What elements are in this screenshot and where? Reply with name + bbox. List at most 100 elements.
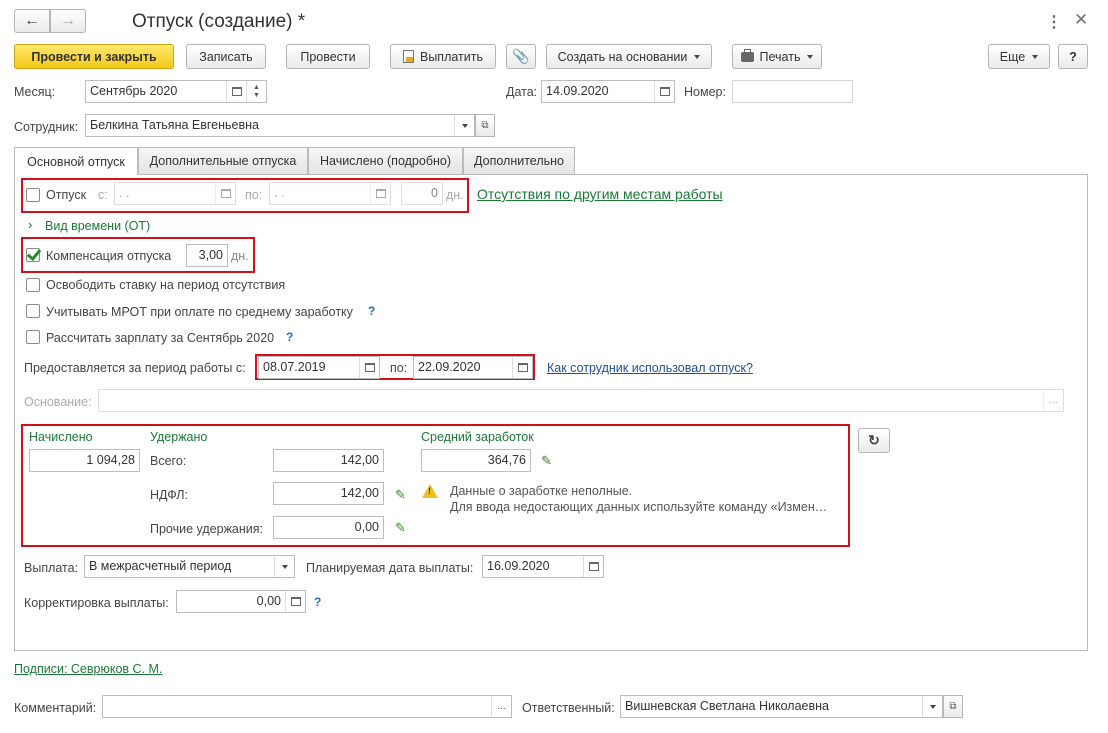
release-rate-checkbox[interactable] <box>26 278 40 292</box>
chevron-right-icon[interactable]: › <box>28 217 32 232</box>
attach-button[interactable]: 📎 <box>506 44 536 69</box>
compensation-checkbox[interactable] <box>26 248 40 262</box>
employee-field[interactable]: Белкина Татьяна Евгеньевна <box>85 114 475 137</box>
chevron-down-icon[interactable] <box>454 115 474 136</box>
signatures-link[interactable]: Подписи: Севрюков С. М. <box>14 662 162 676</box>
absences-link[interactable]: Отсутствия по другим местам работы <box>477 186 723 202</box>
period-from-field[interactable]: 08.07.2019 <box>258 356 380 379</box>
calendar-icon[interactable] <box>359 357 379 378</box>
payment-label: Выплата: <box>24 561 79 575</box>
number-field[interactable] <box>732 80 853 103</box>
correction-field[interactable]: 0,00 <box>176 590 306 613</box>
open-employee-button[interactable]: ⧉ <box>475 114 495 137</box>
calendar-icon[interactable] <box>512 357 532 378</box>
ndfl-field[interactable]: 142,00 <box>273 482 384 505</box>
compensation-unit: дн. <box>231 249 249 263</box>
avg-earnings-title: Средний заработок <box>421 430 534 444</box>
close-icon[interactable]: ✕ <box>1074 10 1088 30</box>
chevron-down-icon <box>694 54 701 59</box>
basis-field[interactable]: ... <box>98 389 1064 412</box>
ndfl-label: НДФЛ: <box>150 488 188 502</box>
more-button[interactable]: Еще <box>988 44 1050 69</box>
planned-date-field[interactable]: 16.09.2020 <box>482 555 604 578</box>
compensation-label: Компенсация отпуска <box>46 249 172 263</box>
total-field[interactable]: 142,00 <box>273 449 384 472</box>
print-button[interactable]: Печать <box>732 44 822 69</box>
chevron-down-icon <box>1032 54 1039 59</box>
refresh-button[interactable]: ↻ <box>858 428 890 453</box>
post-button[interactable]: Провести <box>286 44 370 69</box>
calendar-icon[interactable] <box>226 81 246 102</box>
open-responsible-button[interactable]: ⧉ <box>943 695 963 718</box>
time-type-link[interactable]: Вид времени (ОТ) <box>45 219 150 233</box>
open-icon: ⧉ <box>481 120 489 131</box>
accrued-field[interactable]: 1 094,28 <box>29 449 140 472</box>
withheld-title: Удержано <box>150 430 208 444</box>
tab-main-vacation[interactable]: Основной отпуск <box>14 147 138 175</box>
date-field[interactable]: 14.09.2020 <box>541 80 675 103</box>
help-icon[interactable]: ? <box>286 330 293 344</box>
vacation-label: Отпуск <box>46 188 87 202</box>
ellipsis-icon[interactable]: ... <box>491 696 511 717</box>
forward-button[interactable]: → <box>50 9 86 33</box>
compensation-days-field[interactable]: 3,00 <box>186 244 228 267</box>
avg-earnings-field[interactable]: 364,76 <box>421 449 531 472</box>
mrot-label: Учитывать МРОТ при оплате по среднему за… <box>46 305 353 319</box>
pay-button[interactable]: Выплатить <box>390 44 496 69</box>
save-button[interactable]: Записать <box>186 44 266 69</box>
help-button[interactable]: ? <box>1058 44 1088 69</box>
period-label: Предоставляется за период работы с: <box>24 361 246 375</box>
to-label: по: <box>245 188 263 202</box>
vacation-checkbox[interactable] <box>26 188 40 202</box>
payment-field[interactable]: В межрасчетный период <box>84 555 295 578</box>
responsible-label: Ответственный: <box>522 701 615 715</box>
chevron-down-icon[interactable] <box>274 556 294 577</box>
vacation-from-field[interactable]: . . <box>114 182 236 205</box>
pencil-icon[interactable]: ✎ <box>395 487 406 503</box>
create-based-button[interactable]: Создать на основании <box>546 44 712 69</box>
back-button[interactable]: ← <box>14 9 50 33</box>
date-label: Дата: <box>506 85 538 99</box>
tab-accrued-detailed[interactable]: Начислено (подробно) <box>308 147 463 174</box>
spin-icon[interactable]: ▲ ▼ <box>246 81 266 102</box>
refresh-icon: ↻ <box>868 432 880 448</box>
calendar-icon[interactable] <box>583 556 603 577</box>
mrot-checkbox[interactable] <box>26 304 40 318</box>
period-to-label: по: <box>390 361 408 375</box>
other-label: Прочие удержания: <box>150 522 264 536</box>
calendar-icon[interactable] <box>654 81 674 102</box>
post-and-close-button[interactable]: Провести и закрыть <box>14 44 174 69</box>
comment-label: Комментарий: <box>14 701 97 715</box>
correction-label: Корректировка выплаты: <box>24 596 169 610</box>
window-title: Отпуск (создание) * <box>132 11 306 32</box>
accrued-title: Начислено <box>29 430 93 444</box>
vacation-to-field[interactable]: . . <box>269 182 391 205</box>
comment-field[interactable]: ... <box>102 695 512 718</box>
calc-salary-checkbox[interactable] <box>26 330 40 344</box>
number-label: Номер: <box>684 85 726 99</box>
more-options-icon[interactable]: ⋮ <box>1046 12 1062 32</box>
month-field[interactable]: Сентябрь 2020 ▲ ▼ <box>85 80 267 103</box>
tab-additional[interactable]: Дополнительно <box>463 147 575 174</box>
ellipsis-icon[interactable]: ... <box>1043 390 1063 411</box>
calculator-icon[interactable] <box>285 591 305 612</box>
help-icon[interactable]: ? <box>368 304 375 318</box>
vacation-days-field[interactable]: 0 <box>401 182 443 205</box>
chevron-down-icon[interactable] <box>922 696 942 717</box>
tab-additional-vacations[interactable]: Дополнительные отпуска <box>138 147 308 174</box>
calendar-icon[interactable] <box>370 183 390 204</box>
warning-line-2: Для ввода недостающих данных используйте… <box>450 500 828 514</box>
period-to-field[interactable]: 22.09.2020 <box>413 356 533 379</box>
usage-link[interactable]: Как сотрудник использовал отпуск? <box>547 361 753 375</box>
pencil-icon[interactable]: ✎ <box>541 453 552 469</box>
other-field[interactable]: 0,00 <box>273 516 384 539</box>
help-icon[interactable]: ? <box>314 595 321 609</box>
responsible-field[interactable]: Вишневская Светлана Николаевна <box>620 695 943 718</box>
release-rate-label: Освободить ставку на период отсутствия <box>46 278 286 292</box>
total-label: Всего: <box>150 454 187 468</box>
pencil-icon[interactable]: ✎ <box>395 520 406 536</box>
from-label: с: <box>98 188 108 202</box>
calendar-icon[interactable] <box>215 183 235 204</box>
warning-mark: ! <box>428 486 431 496</box>
chevron-down-icon <box>807 54 814 59</box>
